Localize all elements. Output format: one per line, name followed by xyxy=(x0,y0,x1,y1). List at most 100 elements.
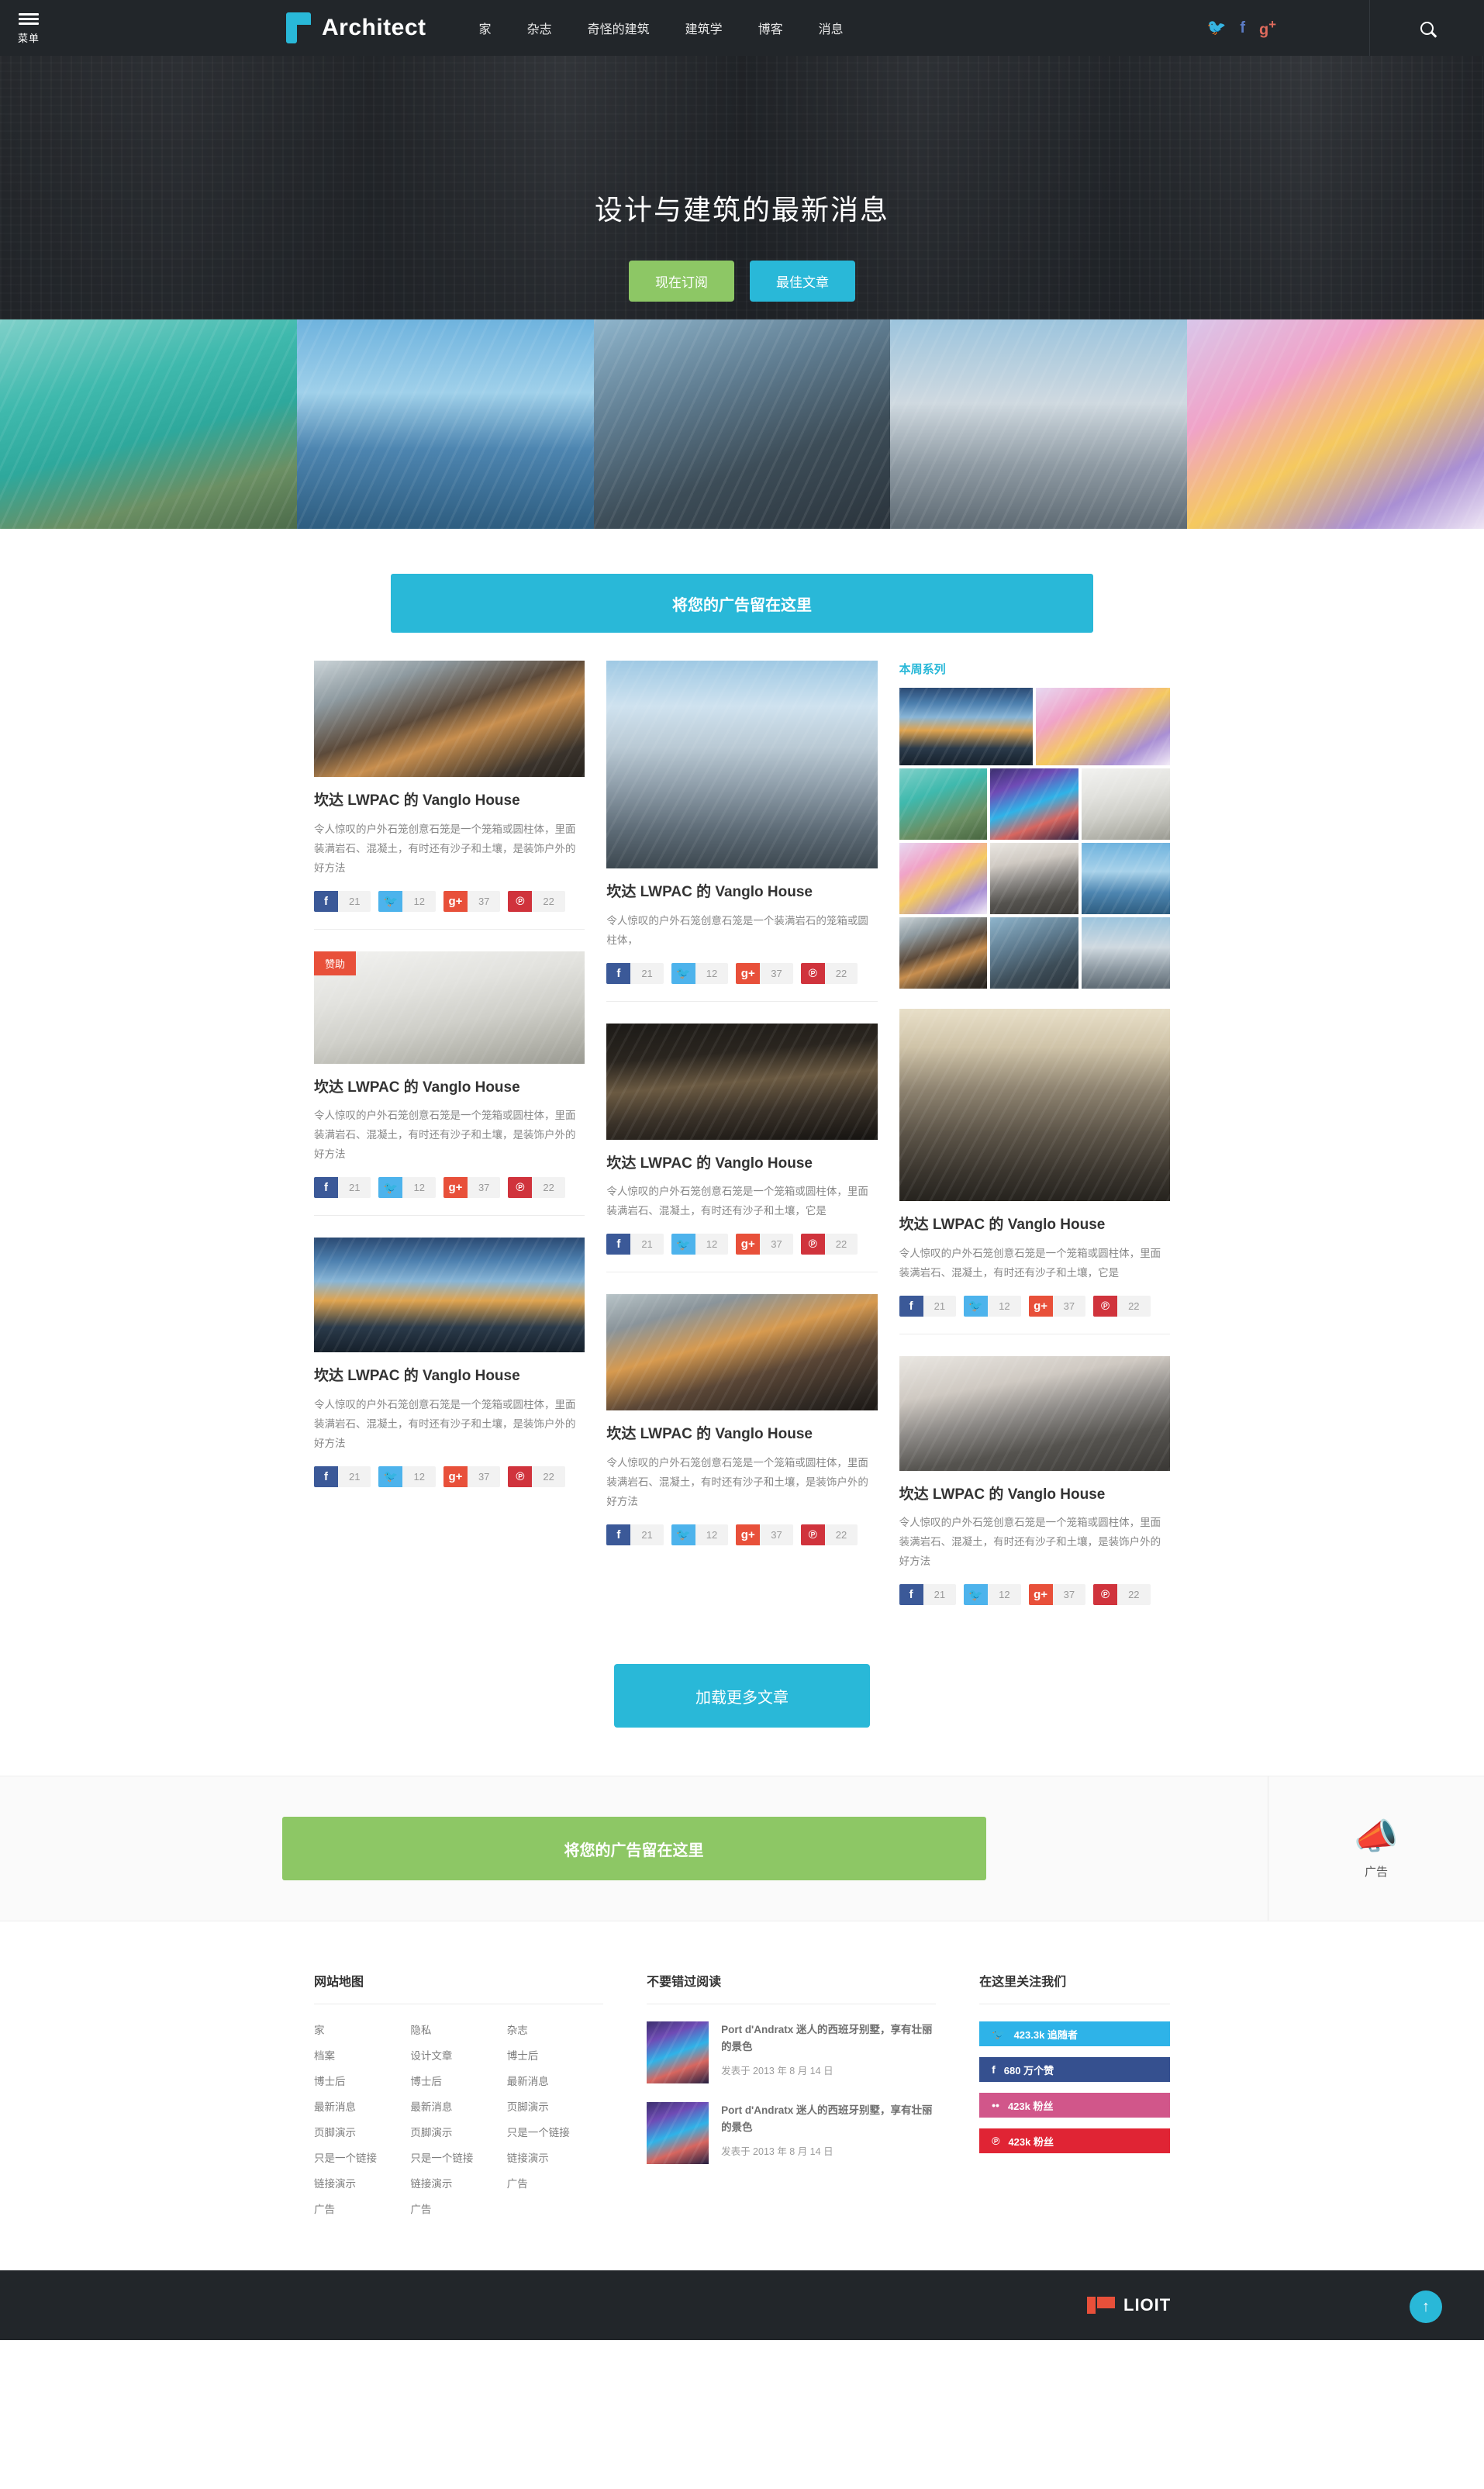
footer-logo[interactable]: LIOIT xyxy=(1087,2295,1171,2315)
article-thumbnail[interactable] xyxy=(899,1009,1170,1201)
site-logo[interactable]: Architect xyxy=(286,12,426,43)
share-googleplus[interactable]: g+ 37 xyxy=(443,1465,501,1487)
share-googleplus[interactable]: g+ 37 xyxy=(1028,1584,1086,1606)
share-pinterest[interactable]: ℗ 22 xyxy=(508,890,565,912)
mosaic-thumb-stadium[interactable] xyxy=(1082,917,1170,989)
sitemap-link[interactable]: 最新消息 xyxy=(507,2073,603,2088)
share-pinterest[interactable]: ℗ 22 xyxy=(1093,1295,1151,1317)
article-thumbnail[interactable] xyxy=(314,1238,585,1353)
sitemap-link[interactable]: 设计文章 xyxy=(410,2047,506,2063)
share-pinterest[interactable]: ℗ 22 xyxy=(800,962,858,984)
follow-button-twitter[interactable]: 🐦 423.3k 追随者 xyxy=(979,2021,1170,2047)
article-title[interactable]: 坎达 LWPAC 的 Vanglo House xyxy=(899,1215,1170,1235)
article-title[interactable]: 坎达 LWPAC 的 Vanglo House xyxy=(899,1485,1170,1505)
article-title[interactable]: 坎达 LWPAC 的 Vanglo House xyxy=(606,882,877,903)
nav-item-4[interactable]: 博客 xyxy=(758,19,783,37)
article-title[interactable]: 坎达 LWPAC 的 Vanglo House xyxy=(314,1366,585,1386)
share-facebook[interactable]: f 21 xyxy=(606,962,664,984)
sitemap-link[interactable]: 博士后 xyxy=(314,2073,410,2088)
article-thumbnail[interactable] xyxy=(314,661,585,777)
mosaic-thumb-wood-house[interactable] xyxy=(899,917,988,989)
share-facebook[interactable]: f 21 xyxy=(606,1234,664,1255)
article-thumbnail[interactable] xyxy=(606,661,878,868)
mosaic-thumb-kids-room-2[interactable] xyxy=(899,843,988,914)
sitemap-link[interactable]: 博士后 xyxy=(507,2047,603,2063)
share-facebook[interactable]: f 21 xyxy=(314,1465,371,1487)
follow-button-pinterest[interactable]: ℗ 423k 粉丝 xyxy=(979,2128,1170,2154)
scroll-to-top-button[interactable]: ↑ xyxy=(1410,2291,1442,2324)
googleplus-icon[interactable]: g+ xyxy=(1259,18,1276,38)
article-title[interactable]: 坎达 LWPAC 的 Vanglo House xyxy=(314,1078,585,1098)
mosaic-thumb-kids-room[interactable] xyxy=(1036,688,1170,765)
nav-item-2[interactable]: 奇怪的建筑 xyxy=(588,19,650,37)
search-button[interactable] xyxy=(1369,0,1484,56)
share-twitter[interactable]: 🐦 12 xyxy=(378,1465,436,1487)
share-googleplus[interactable]: g+ 37 xyxy=(736,1234,793,1255)
share-twitter[interactable]: 🐦 12 xyxy=(964,1584,1021,1606)
nav-item-5[interactable]: 消息 xyxy=(819,19,844,37)
sitemap-link[interactable]: 广告 xyxy=(507,2175,603,2190)
share-facebook[interactable]: f 21 xyxy=(314,1177,371,1199)
sitemap-link[interactable]: 只是一个链接 xyxy=(507,2124,603,2139)
sitemap-link[interactable]: 广告 xyxy=(314,2201,410,2216)
sitemap-link[interactable]: 最新消息 xyxy=(410,2098,506,2114)
share-twitter[interactable]: 🐦 12 xyxy=(378,890,436,912)
menu-toggle-button[interactable]: 菜单 xyxy=(0,0,57,56)
top-ad-banner[interactable]: 将您的广告留在这里 xyxy=(391,574,1093,633)
sitemap-link[interactable]: 页脚演示 xyxy=(410,2124,506,2139)
share-pinterest[interactable]: ℗ 22 xyxy=(508,1177,565,1199)
article-title[interactable]: 坎达 LWPAC 的 Vanglo House xyxy=(606,1424,877,1445)
sitemap-link[interactable]: 页脚演示 xyxy=(507,2098,603,2114)
missed-read-item[interactable]: Port d'Andratx 迷人的西班牙别墅，享有壮丽的景色 发表于 2013 … xyxy=(647,2021,936,2084)
sitemap-link[interactable]: 最新消息 xyxy=(314,2098,410,2114)
share-twitter[interactable]: 🐦 12 xyxy=(378,1177,436,1199)
sitemap-link[interactable]: 博士后 xyxy=(410,2073,506,2088)
strip-image-colorful-kids-room[interactable] xyxy=(1187,319,1484,529)
mosaic-thumb-tropical-pool[interactable] xyxy=(899,768,988,840)
share-pinterest[interactable]: ℗ 22 xyxy=(800,1524,858,1545)
best-articles-button[interactable]: 最佳文章 xyxy=(750,261,855,302)
twitter-icon[interactable]: 🐦 xyxy=(1206,20,1226,36)
article-thumbnail[interactable] xyxy=(899,1355,1170,1471)
share-googleplus[interactable]: g+ 37 xyxy=(736,1524,793,1545)
article-title[interactable]: 坎达 LWPAC 的 Vanglo House xyxy=(606,1154,877,1174)
load-more-button[interactable]: 加载更多文章 xyxy=(614,1664,870,1728)
sitemap-link[interactable]: 链接演示 xyxy=(410,2175,506,2190)
missed-title[interactable]: Port d'Andratx 迷人的西班牙别墅，享有壮丽的景色 xyxy=(721,2102,936,2137)
share-googleplus[interactable]: g+ 37 xyxy=(443,1177,501,1199)
sitemap-link[interactable]: 隐私 xyxy=(410,2021,506,2037)
article-thumbnail[interactable]: 赞助 xyxy=(314,951,585,1064)
missed-title[interactable]: Port d'Andratx 迷人的西班牙别墅，享有壮丽的景色 xyxy=(721,2021,936,2056)
mosaic-thumb-neon-interior[interactable] xyxy=(990,768,1079,840)
strip-image-modern-building[interactable] xyxy=(593,319,891,529)
share-pinterest[interactable]: ℗ 22 xyxy=(1093,1584,1151,1606)
share-twitter[interactable]: 🐦 12 xyxy=(671,1524,729,1545)
mosaic-thumb-horses-in-sea[interactable] xyxy=(1082,843,1170,914)
strip-image-horses-in-sea[interactable] xyxy=(296,319,594,529)
article-title[interactable]: 坎达 LWPAC 的 Vanglo House xyxy=(314,791,585,811)
share-facebook[interactable]: f 21 xyxy=(899,1584,957,1606)
sitemap-link[interactable]: 杂志 xyxy=(507,2021,603,2037)
sitemap-link[interactable]: 档案 xyxy=(314,2047,410,2063)
facebook-icon[interactable]: f xyxy=(1240,20,1245,36)
nav-item-0[interactable]: 家 xyxy=(479,19,492,37)
share-googleplus[interactable]: g+ 37 xyxy=(1028,1295,1086,1317)
strip-image-stadium-construction[interactable] xyxy=(890,319,1188,529)
strip-image-tropical-pool[interactable] xyxy=(0,319,297,529)
share-googleplus[interactable]: g+ 37 xyxy=(736,962,793,984)
nav-item-1[interactable]: 杂志 xyxy=(527,19,552,37)
missed-read-item[interactable]: Port d'Andratx 迷人的西班牙别墅，享有壮丽的景色 发表于 2013 … xyxy=(647,2102,936,2165)
nav-item-3[interactable]: 建筑学 xyxy=(685,19,723,37)
mosaic-thumb-glass-house[interactable] xyxy=(899,688,1034,765)
follow-button-facebook[interactable]: f 680 万个赞 xyxy=(979,2057,1170,2083)
article-thumbnail[interactable] xyxy=(606,1294,878,1411)
article-thumbnail[interactable] xyxy=(606,1023,878,1140)
sitemap-link[interactable]: 家 xyxy=(314,2021,410,2037)
mosaic-thumb-living-room[interactable] xyxy=(990,843,1079,914)
share-facebook[interactable]: f 21 xyxy=(606,1524,664,1545)
sitemap-link[interactable]: 页脚演示 xyxy=(314,2124,410,2139)
subscribe-button[interactable]: 现在订阅 xyxy=(629,261,734,302)
sitemap-link[interactable]: 广告 xyxy=(410,2201,506,2216)
share-twitter[interactable]: 🐦 12 xyxy=(671,962,729,984)
bottom-ad-banner[interactable]: 将您的广告留在这里 xyxy=(281,1817,986,1881)
